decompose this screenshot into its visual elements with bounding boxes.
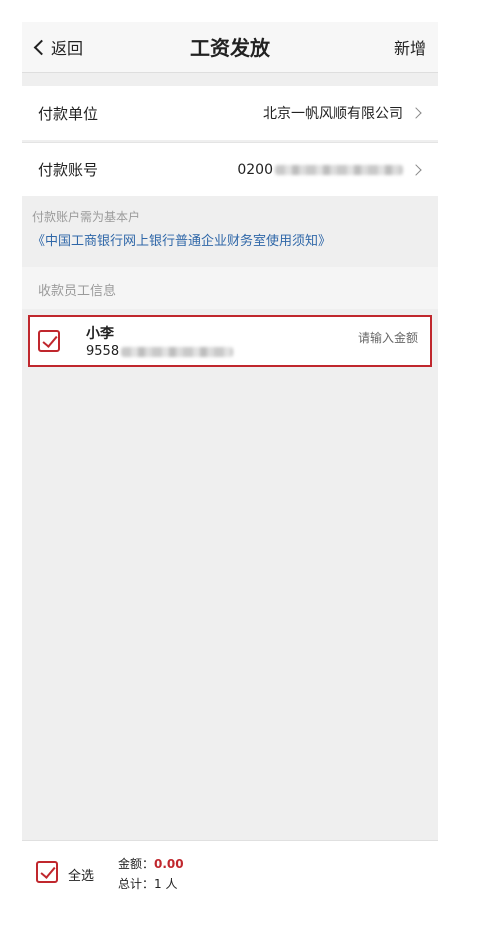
select-all-label[interactable]: 全选 bbox=[68, 865, 94, 884]
payee-account: 9558 bbox=[86, 344, 234, 359]
chevron-right-icon bbox=[410, 107, 422, 119]
payer-account-value: 0200 bbox=[237, 161, 422, 178]
total-summary-label: 总计： bbox=[118, 877, 155, 891]
payee-checkbox[interactable] bbox=[38, 330, 60, 352]
payer-unit-row[interactable]: 付款单位 北京一帆风顺有限公司 bbox=[22, 86, 438, 140]
payer-unit-label: 付款单位 bbox=[38, 104, 99, 123]
account-notice: 付款账户需为基本户 bbox=[32, 210, 141, 224]
total-summary-value: 1 人 bbox=[154, 877, 178, 891]
select-all-checkbox[interactable] bbox=[36, 861, 58, 883]
payee-account-text: 9558 bbox=[86, 344, 120, 359]
page-title: 工资发放 bbox=[190, 36, 270, 60]
payer-account-text: 0200 bbox=[237, 161, 273, 178]
payee-name: 小李 bbox=[86, 326, 114, 342]
amount-input[interactable]: 请输入金额 bbox=[358, 329, 418, 346]
total-summary: 总计：1 人 bbox=[118, 875, 177, 892]
payer-unit-text: 北京一帆风顺有限公司 bbox=[263, 106, 403, 122]
add-button[interactable]: 新增 bbox=[394, 35, 426, 59]
payer-unit-value: 北京一帆风顺有限公司 bbox=[263, 103, 422, 123]
amount-summary-value: 0.00 bbox=[154, 857, 184, 871]
chevron-right-icon bbox=[410, 163, 422, 176]
app-screen: 返回 工资发放 新增 付款单位 北京一帆风顺有限公司 付款账号 0200 付款账… bbox=[22, 22, 438, 906]
payer-account-row[interactable]: 付款账号 0200 bbox=[22, 142, 438, 196]
payer-account-label: 付款账号 bbox=[38, 161, 99, 179]
amount-summary: 金额：0.00 bbox=[118, 855, 184, 872]
payee-list-item[interactable]: 小李 9558 请输入金额 bbox=[28, 315, 432, 367]
payee-section-title: 收款员工信息 bbox=[38, 284, 117, 299]
navigation-bar: 返回 工资发放 新增 bbox=[22, 22, 438, 73]
masked-account-number bbox=[275, 164, 403, 175]
usage-terms-link[interactable]: 《中国工商银行网上银行普通企业财务室使用须知》 bbox=[32, 230, 331, 249]
summary-footer: 全选 金额：0.00 总计：1 人 bbox=[22, 840, 438, 906]
masked-payee-account bbox=[121, 346, 234, 357]
amount-summary-label: 金额： bbox=[118, 857, 155, 871]
